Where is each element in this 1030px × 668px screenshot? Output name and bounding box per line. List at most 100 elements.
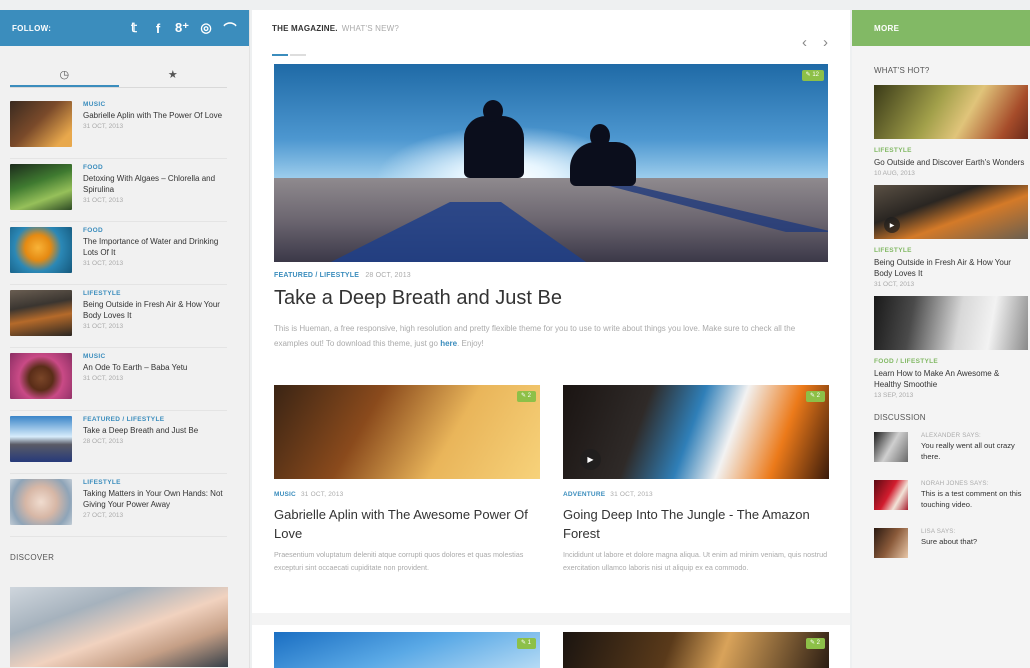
- hot-post-category[interactable]: LIFESTYLE: [874, 147, 1028, 154]
- follow-label: FOLLOW:: [12, 23, 52, 33]
- post-title[interactable]: Taking Matters in Your Own Hands: Not Gi…: [83, 488, 227, 510]
- post-thumbnail[interactable]: [10, 227, 72, 273]
- post-title[interactable]: The Importance of Water and Drinking Lot…: [83, 236, 227, 258]
- comment-count-badge[interactable]: ✎ 2: [516, 391, 536, 402]
- discussion-list: ALEXANDER SAYS: You really went all out c…: [874, 432, 1030, 576]
- comment-body: NORAH JONES SAYS: This is a test comment …: [908, 480, 1030, 528]
- sidebar-post-item[interactable]: FOOD The Importance of Water and Drinking…: [10, 222, 227, 285]
- post-meta: MUSIC 31 OCT, 2013: [274, 491, 542, 498]
- post-category[interactable]: LIFESTYLE: [83, 290, 227, 297]
- comment-text[interactable]: You really went all out crazy there.: [921, 440, 1030, 462]
- post-date: 31 OCT, 2013: [83, 197, 124, 204]
- recent-posts-list: MUSIC Gabrielle Aplin with The Power Of L…: [10, 96, 227, 537]
- comment-text[interactable]: This is a test comment on this touching …: [921, 488, 1030, 510]
- post-date: 31 OCT, 2013: [83, 323, 124, 330]
- left-sidebar: FOLLOW: 𝕥 f 8⁺ ◎ ⌒ ◷ ★ MUSIC Gabrielle Ap…: [0, 10, 250, 668]
- post-meta: MUSIC Gabrielle Aplin with The Power Of L…: [72, 101, 222, 153]
- sidebar-post-item[interactable]: FEATURED / LIFESTYLE Take a Deep Breath a…: [10, 411, 227, 474]
- play-icon[interactable]: ▶: [580, 449, 601, 470]
- hot-post-category[interactable]: FOOD / LIFESTYLE: [874, 358, 1028, 365]
- post-category[interactable]: LIFESTYLE: [83, 479, 227, 486]
- post-image[interactable]: ✎ 2: [563, 632, 829, 668]
- post-category[interactable]: FEATURED / LIFESTYLE: [83, 416, 198, 423]
- dribbble-icon[interactable]: ◎: [199, 20, 213, 36]
- featured-excerpt: This is Hueman, a free responsive, high …: [274, 321, 814, 351]
- post-thumbnail[interactable]: [10, 479, 72, 525]
- post-category[interactable]: FOOD: [83, 227, 227, 234]
- sidebar-post-item[interactable]: FOOD Detoxing With Algaes – Chlorella and…: [10, 159, 227, 222]
- magazine-title: THE MAGAZINE.: [272, 23, 338, 33]
- post-category[interactable]: ADVENTURE: [563, 491, 605, 498]
- slider-nav: ‹ ›: [802, 34, 828, 51]
- play-icon[interactable]: ▶: [884, 217, 900, 233]
- discover-image[interactable]: [10, 587, 228, 667]
- prev-arrow-icon[interactable]: ‹: [802, 34, 807, 51]
- post-date: 31 OCT, 2013: [83, 260, 124, 267]
- sidebar-post-item[interactable]: LIFESTYLE Taking Matters in Your Own Hand…: [10, 474, 227, 537]
- hot-post-image[interactable]: [874, 85, 1028, 139]
- post-date: 31 OCT, 2013: [610, 491, 653, 498]
- featured-title[interactable]: Take a Deep Breath and Just Be: [274, 287, 562, 310]
- next-arrow-icon[interactable]: ›: [823, 34, 828, 51]
- post-meta: ADVENTURE 31 OCT, 2013: [563, 491, 831, 498]
- post-image[interactable]: ✎ 2: [274, 385, 540, 479]
- facebook-icon[interactable]: f: [151, 21, 165, 36]
- discussion-item[interactable]: LISA SAYS: Sure about that?: [874, 528, 1030, 576]
- sidebar-post-item[interactable]: LIFESTYLE Being Outside in Fresh Air & Ho…: [10, 285, 227, 348]
- post-thumbnail[interactable]: [10, 290, 72, 336]
- comment-count-badge[interactable]: ✎ 2: [805, 638, 825, 649]
- tab-recent[interactable]: ◷: [10, 68, 119, 87]
- post-thumbnail[interactable]: [10, 353, 72, 399]
- hot-post-image[interactable]: [874, 296, 1028, 350]
- post-title[interactable]: Going Deep Into The Jungle - The Amazon …: [563, 505, 831, 543]
- hot-post-category[interactable]: LIFESTYLE: [874, 247, 1028, 254]
- google-plus-icon[interactable]: 8⁺: [175, 20, 189, 36]
- post-date: 31 OCT, 2013: [300, 491, 344, 498]
- hot-post-title[interactable]: Go Outside and Discover Earth's Wonders: [874, 157, 1028, 168]
- discussion-item[interactable]: NORAH JONES SAYS: This is a test comment …: [874, 480, 1030, 528]
- post-title[interactable]: Take a Deep Breath and Just Be: [83, 425, 198, 436]
- sidebar-post-item[interactable]: MUSIC Gabrielle Aplin with The Power Of L…: [10, 96, 227, 159]
- hot-post-image[interactable]: ▶: [874, 185, 1028, 239]
- slide-dot-active[interactable]: [272, 54, 288, 56]
- comment-count-badge[interactable]: ✎ 2: [805, 391, 825, 402]
- comment-count-badge[interactable]: ✎ 12: [801, 70, 824, 81]
- comment-icon: ✎: [809, 393, 817, 399]
- twitter-icon[interactable]: 𝕥: [127, 20, 141, 36]
- post-thumbnail[interactable]: [10, 416, 72, 462]
- hot-post: ▶ LIFESTYLE Being Outside in Fresh Air & H…: [874, 185, 1028, 288]
- sidebar-post-item[interactable]: MUSIC An Ode To Earth – Baba Yetu 31 OCT, …: [10, 348, 227, 411]
- post-category[interactable]: FOOD: [83, 164, 227, 171]
- post-title[interactable]: Being Outside in Fresh Air & How Your Bo…: [83, 299, 227, 321]
- post-title[interactable]: Detoxing With Algaes – Chlorella and Spi…: [83, 173, 227, 195]
- post-category[interactable]: MUSIC: [274, 491, 296, 498]
- comment-text[interactable]: Sure about that?: [921, 536, 977, 547]
- follow-bar: FOLLOW: 𝕥 f 8⁺ ◎ ⌒: [0, 10, 249, 46]
- clock-icon: ◷: [59, 69, 70, 81]
- sidebar-tabs: ◷ ★: [10, 68, 227, 88]
- post-title[interactable]: An Ode To Earth – Baba Yetu: [83, 362, 187, 373]
- post-title[interactable]: Gabrielle Aplin with The Power Of Love: [83, 110, 222, 121]
- featured-image[interactable]: ✎ 12: [274, 64, 828, 262]
- social-links: 𝕥 f 8⁺ ◎ ⌒: [127, 19, 237, 38]
- post-thumbnail[interactable]: [10, 101, 72, 147]
- post-thumbnail[interactable]: [10, 164, 72, 210]
- comment-count-badge[interactable]: ✎ 1: [516, 638, 536, 649]
- post-category[interactable]: MUSIC: [83, 353, 187, 360]
- silhouette: [464, 100, 524, 178]
- featured-category[interactable]: FEATURED / LIFESTYLE: [274, 272, 359, 279]
- slide-dot[interactable]: [290, 54, 306, 56]
- hot-post-title[interactable]: Learn How to Make An Awesome & Healthy S…: [874, 368, 1028, 390]
- more-bar: MORE: [852, 10, 1030, 46]
- more-label: MORE: [874, 23, 900, 33]
- post-image[interactable]: ✎ 2 ▶: [563, 385, 829, 479]
- download-link[interactable]: here: [440, 339, 457, 348]
- rss-icon[interactable]: ⌒: [223, 19, 237, 38]
- post-category[interactable]: MUSIC: [83, 101, 222, 108]
- post-image[interactable]: ✎ 1: [274, 632, 540, 668]
- hot-post-date: 31 OCT, 2013: [874, 281, 915, 288]
- discussion-item[interactable]: ALEXANDER SAYS: You really went all out c…: [874, 432, 1030, 480]
- post-title[interactable]: Gabrielle Aplin with The Awesome Power O…: [274, 505, 542, 543]
- hot-post-title[interactable]: Being Outside in Fresh Air & How Your Bo…: [874, 257, 1028, 279]
- tab-popular[interactable]: ★: [119, 68, 228, 87]
